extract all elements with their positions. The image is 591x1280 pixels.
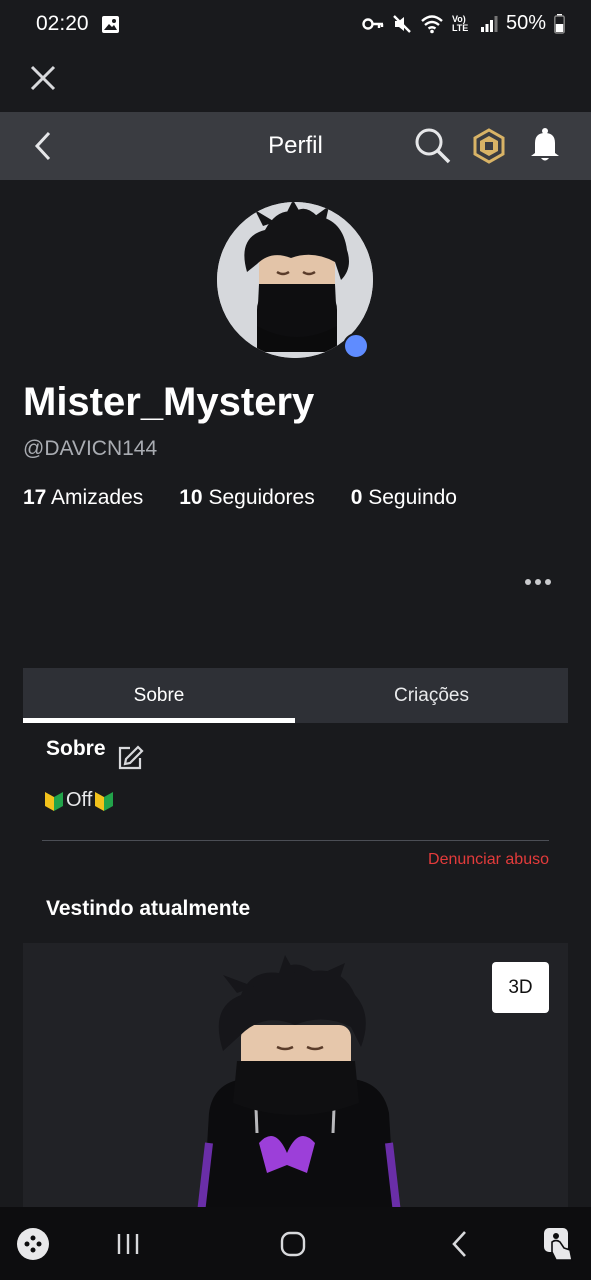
profile-tabs: Sobre Criações — [23, 668, 568, 723]
game-launcher-icon[interactable] — [16, 1227, 50, 1261]
key-icon — [362, 17, 384, 30]
display-name: Mister_Mystery — [23, 380, 315, 424]
stat-count: 17 — [23, 486, 47, 509]
network-label: Vo) LTE — [451, 13, 469, 33]
about-heading: Sobre — [46, 737, 106, 760]
recent-apps-icon[interactable] — [115, 1231, 141, 1257]
wifi-icon — [421, 14, 443, 33]
search-icon[interactable] — [414, 127, 452, 165]
beginner-mark-icon — [95, 791, 114, 811]
battery-icon — [554, 13, 565, 34]
avatar-3d-preview — [197, 955, 401, 1213]
about-description: Off — [44, 789, 114, 812]
stat-friends[interactable]: 17 Amizades — [23, 486, 143, 510]
status-right: Vo) LTE 50% — [362, 12, 565, 35]
robux-icon[interactable] — [472, 128, 506, 164]
more-options-icon[interactable] — [522, 570, 554, 594]
stat-followers[interactable]: 10 Seguidores — [179, 486, 314, 510]
tab-sobre[interactable]: Sobre — [23, 668, 295, 723]
username: @DAVICN144 — [23, 437, 158, 460]
battery-percent: 50% — [505, 12, 546, 34]
stat-count: 0 — [350, 486, 363, 509]
profile-stats: 17 Amizades 10 Seguidores 0 Seguindo — [23, 486, 457, 510]
currently-wearing-heading: Vestindo atualmente — [46, 897, 251, 920]
stat-label: Seguindo — [368, 486, 457, 509]
online-status-dot — [343, 333, 369, 359]
active-tab-indicator — [23, 718, 295, 723]
about-text: Off — [66, 789, 93, 811]
mute-icon — [393, 14, 411, 33]
close-bar — [0, 50, 591, 112]
status-bar: 02:20 Vo) LTE 50% — [0, 0, 591, 50]
stat-count: 10 — [179, 486, 203, 509]
accessibility-touch-icon[interactable] — [542, 1226, 576, 1262]
stat-label: Seguidores — [208, 486, 315, 509]
signal-icon — [480, 15, 498, 32]
avatar-preview-panel — [23, 943, 568, 1213]
edit-icon[interactable] — [116, 744, 144, 772]
top-navigation: Perfil — [0, 112, 591, 180]
status-time: 02:20 — [36, 12, 89, 35]
tab-criacoes[interactable]: Criações — [295, 668, 568, 723]
system-navigation-bar — [0, 1207, 591, 1280]
divider — [42, 840, 549, 841]
close-icon[interactable] — [30, 65, 56, 91]
stat-label: Amizades — [51, 486, 144, 509]
notifications-bell-icon[interactable] — [529, 127, 561, 163]
back-nav-icon[interactable] — [448, 1229, 472, 1259]
view-3d-button[interactable]: 3D — [492, 962, 549, 1013]
report-abuse-link[interactable]: Denunciar abuso — [428, 851, 549, 869]
home-icon[interactable] — [280, 1231, 306, 1257]
gallery-icon — [102, 16, 119, 33]
beginner-mark-icon — [45, 791, 63, 811]
stat-following[interactable]: 0 Seguindo — [351, 486, 457, 510]
